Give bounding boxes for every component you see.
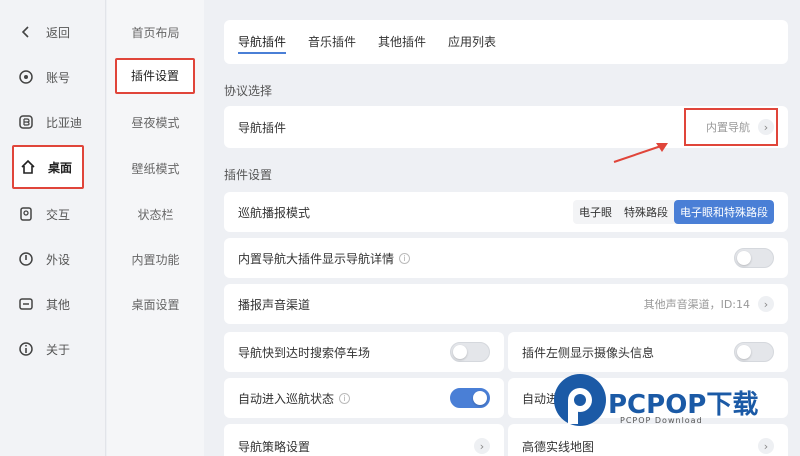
auto-cruise-toggle[interactable] [450,388,490,408]
sidebar-item-label: 返回 [46,25,71,40]
chevron-right-icon: › [758,296,774,312]
auto-cruise-row: 自动进入巡航状态 i [224,378,504,418]
about-icon [18,341,34,357]
row-label: 巡航播报模式 [238,205,311,220]
sidebar-item-label: 关于 [46,342,71,357]
search-parking-toggle[interactable] [450,342,490,362]
value-text: 其他声音渠道，ID:14 [643,298,750,311]
peripheral-icon [18,251,34,267]
camera-info-row: 插件左侧显示摄像头信息 [508,332,788,372]
camera-info-toggle[interactable] [734,342,774,362]
segment-option-selected[interactable]: 电子眼和特殊路段 [674,200,774,224]
sidebar-item-label: 账号 [46,70,71,85]
row-label: 导航插件 [238,120,287,135]
nav-item-builtin[interactable]: 内置功能 [107,251,204,268]
row-label: 插件左侧显示摄像头信息 [522,345,655,360]
row-label: 自动进入巡航状态 [238,391,335,406]
sidebar: 返回 账号 比亚迪 桌面 交互 外设 其他 关于 [0,0,106,456]
chevron-right-icon: › [474,438,490,454]
nav-item-plugin-settings[interactable]: 插件设置 [115,58,195,94]
sidebar-item-account[interactable]: 账号 [18,65,70,89]
sidebar-item-label: 外设 [46,252,71,267]
annotation-highlight [684,108,778,146]
tab-other-plugin[interactable]: 其他插件 [378,20,426,64]
sidebar-item-label: 其他 [46,297,71,312]
nav-strategy-row[interactable]: 导航策略设置 › [224,424,504,456]
sidebar-item-back[interactable]: 返回 [18,20,70,44]
annotation-arrow [613,143,668,163]
sidebar-item-label: 桌面 [48,160,73,175]
sidebar-item-interaction[interactable]: 交互 [18,202,70,226]
sidebar-item-about[interactable]: 关于 [18,337,70,361]
show-details-toggle[interactable] [734,248,774,268]
row-label: 内置导航大插件显示导航详情 [238,251,395,266]
sidebar-item-label: 比亚迪 [46,115,83,130]
account-icon [18,69,34,85]
watermark-sub: PCPOP Download [620,416,703,425]
sidebar-item-byd[interactable]: 比亚迪 [18,110,82,134]
byd-logo-icon [18,114,34,130]
tab-nav-plugin[interactable]: 导航插件 [238,20,287,64]
tab-music-plugin[interactable]: 音乐插件 [308,20,356,64]
section-title-protocol: 协议选择 [224,84,273,98]
info-icon[interactable]: i [339,392,351,404]
other-icon [18,296,34,312]
audio-channel-row[interactable]: 播报声音渠道 其他声音渠道，ID:14 › [224,284,788,324]
nav-item-wallpaper[interactable]: 壁纸模式 [107,160,204,177]
row-label: 导航策略设置 [238,440,311,454]
audio-channel-value: 其他声音渠道，ID:14 › [644,296,774,312]
chevron-left-icon [18,24,34,40]
home-icon [20,159,36,175]
interaction-icon [18,206,34,222]
section-title-plugin: 插件设置 [224,168,273,182]
info-icon[interactable]: i [399,252,411,264]
row-label: 导航快到达时搜索停车场 [238,345,371,360]
nav-item-day-night[interactable]: 昼夜模式 [107,114,204,131]
sidebar-item-other[interactable]: 其他 [18,292,70,316]
sidebar-item-peripheral[interactable]: 外设 [18,247,70,271]
secondary-nav: 首页布局 插件设置 昼夜模式 壁纸模式 状态栏 内置功能 桌面设置 [107,0,204,456]
nav-item-status-bar[interactable]: 状态栏 [107,206,204,223]
pcpop-logo-icon [554,374,606,426]
cruise-mode-segmented: 电子眼 特殊路段 电子眼和特殊路段 [573,200,774,224]
nav-item-desktop-settings[interactable]: 桌面设置 [107,296,204,313]
nav-item-home-layout[interactable]: 首页布局 [107,24,204,41]
show-details-row: 内置导航大插件显示导航详情 i [224,238,788,278]
tab-bar: 导航插件 音乐插件 其他插件 应用列表 [224,20,788,64]
segment-option[interactable]: 电子眼 [573,200,618,224]
sidebar-item-desktop[interactable]: 桌面 [12,145,84,189]
sidebar-item-label: 交互 [46,207,71,222]
segment-option[interactable]: 特殊路段 [618,200,674,224]
watermark: PCPOP下载 PCPOP Download [550,368,800,456]
row-label: 播报声音渠道 [238,297,311,312]
tab-app-list[interactable]: 应用列表 [448,20,496,64]
cruise-mode-row: 巡航播报模式 电子眼 特殊路段 电子眼和特殊路段 [224,192,788,232]
search-parking-row: 导航快到达时搜索停车场 [224,332,504,372]
